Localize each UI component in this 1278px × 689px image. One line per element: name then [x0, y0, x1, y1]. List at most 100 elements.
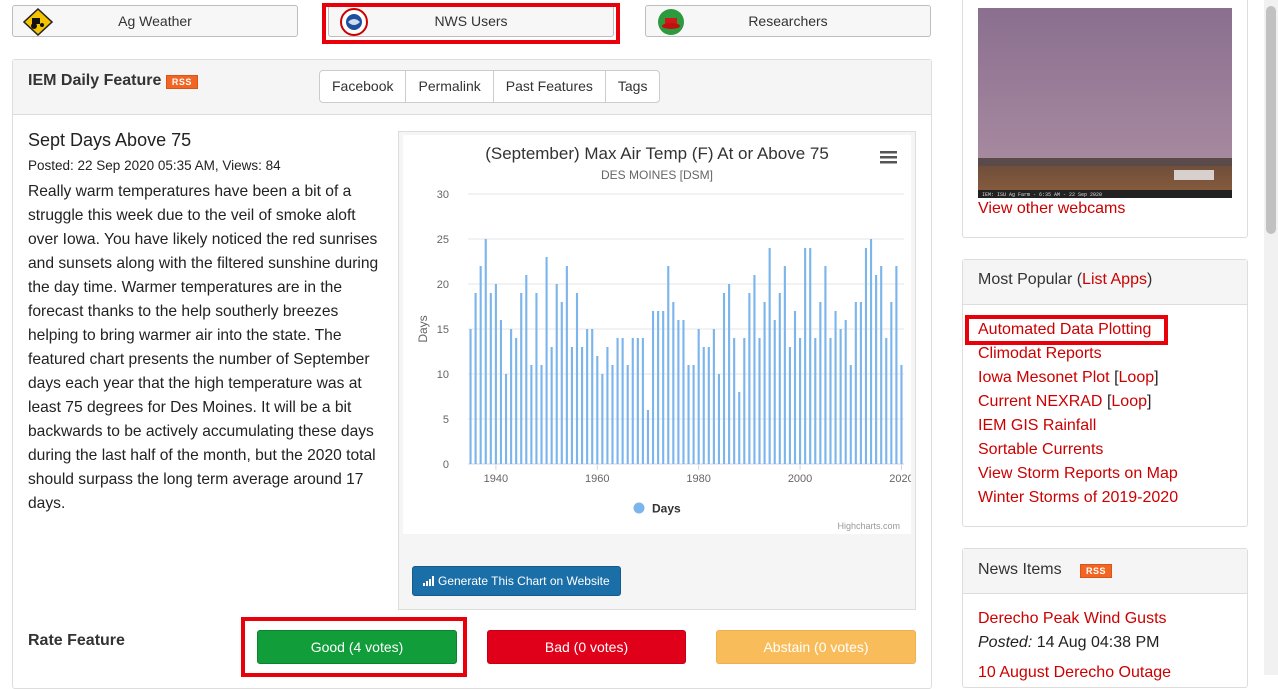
chart-bar[interactable]	[499, 320, 503, 464]
chart-bar[interactable]	[692, 365, 695, 464]
chart-bar[interactable]	[606, 347, 609, 464]
chart-bar[interactable]	[657, 311, 660, 464]
chart-bar[interactable]	[667, 266, 670, 464]
chart-bar[interactable]	[575, 293, 579, 464]
chart-bar[interactable]	[560, 302, 563, 464]
chart-bar[interactable]	[646, 410, 650, 464]
tags-button[interactable]: Tags	[604, 70, 661, 103]
chart-bar[interactable]	[520, 293, 523, 464]
chart-bar[interactable]	[611, 365, 614, 464]
chart-bar[interactable]	[540, 365, 543, 464]
chart-bar[interactable]	[753, 275, 756, 464]
chart-bar[interactable]	[814, 338, 817, 464]
chart-bar[interactable]	[783, 266, 786, 464]
bad-vote-button[interactable]: Bad (0 votes)	[487, 630, 686, 664]
chart-bar[interactable]	[768, 248, 771, 464]
iowa-mesonet-plot-link[interactable]: Iowa Mesonet Plot	[978, 369, 1110, 386]
chart-bar[interactable]	[748, 293, 751, 464]
chart-bar[interactable]	[717, 374, 721, 464]
chart-bar[interactable]	[849, 365, 852, 464]
chart-bar[interactable]	[778, 293, 781, 464]
chart-bar[interactable]	[672, 302, 675, 464]
chart-bar[interactable]	[565, 266, 568, 464]
chart-bar[interactable]	[712, 329, 715, 464]
facebook-button[interactable]: Facebook	[319, 70, 407, 103]
news-item-derecho-outage[interactable]: 10 August Derecho Outage	[978, 664, 1171, 682]
chart-bar[interactable]	[733, 338, 736, 464]
chart-bar[interactable]	[844, 320, 847, 464]
chart-bar[interactable]	[535, 293, 538, 464]
popular-item-sortable-currents[interactable]: Sortable Currents	[978, 438, 1178, 462]
chart-bar[interactable]	[707, 347, 710, 464]
list-apps-link[interactable]: List Apps	[1082, 271, 1147, 288]
chart-menu-icon[interactable]	[880, 151, 897, 164]
current-nexrad-loop-link[interactable]: Loop	[1111, 393, 1147, 410]
chart-bar[interactable]	[489, 293, 492, 464]
chart-bar[interactable]	[864, 248, 868, 464]
popular-item-winter-storms[interactable]: Winter Storms of 2019-2020	[978, 486, 1178, 510]
chart-bar[interactable]	[895, 266, 898, 464]
chart-bar[interactable]	[885, 338, 888, 464]
ag-weather-button[interactable]: Ag Weather	[12, 5, 298, 37]
chart-bar[interactable]	[839, 329, 842, 464]
feature-rss-badge[interactable]: RSS	[165, 75, 198, 89]
chart-bar[interactable]	[550, 347, 553, 464]
chart-bar[interactable]	[829, 338, 832, 464]
chart-bar[interactable]	[616, 338, 619, 464]
chart-bar[interactable]	[722, 293, 726, 464]
researchers-button[interactable]: Researchers	[645, 5, 931, 37]
chart-credits[interactable]: Highcharts.com	[837, 521, 900, 531]
chart-bar[interactable]	[581, 347, 584, 464]
chart-bar[interactable]	[525, 275, 528, 464]
page-scrollbar-thumb[interactable]	[1266, 6, 1276, 234]
chart-bar[interactable]	[626, 365, 629, 464]
chart-bar[interactable]	[662, 311, 665, 464]
chart-bar[interactable]	[743, 338, 746, 464]
chart-bar[interactable]	[854, 302, 857, 464]
chart-bar[interactable]	[555, 284, 558, 464]
chart-bar[interactable]	[479, 266, 482, 464]
chart-bar[interactable]	[682, 320, 685, 464]
chart-bar[interactable]	[738, 392, 741, 464]
chart-bar[interactable]	[773, 320, 776, 464]
chart-bar[interactable]	[545, 257, 548, 464]
chart-bar[interactable]	[631, 338, 634, 464]
webcam-image[interactable]: IEM: ISU Ag Farm - 6:35 AM - 22 Sep 2020	[978, 8, 1232, 198]
permalink-button[interactable]: Permalink	[405, 70, 494, 103]
chart-bar[interactable]	[641, 338, 644, 464]
chart-bar[interactable]	[824, 266, 827, 464]
iowa-mesonet-loop-link[interactable]: Loop	[1119, 369, 1155, 386]
chart-bar[interactable]	[504, 374, 508, 464]
chart-bar[interactable]	[596, 356, 599, 464]
past-features-button[interactable]: Past Features	[492, 70, 606, 103]
news-item-derecho-gusts[interactable]: Derecho Peak Wind Gusts	[978, 610, 1167, 628]
chart-bar[interactable]	[890, 302, 893, 464]
chart-bar[interactable]	[763, 302, 766, 464]
popular-item-storm-reports[interactable]: View Storm Reports on Map	[978, 462, 1178, 486]
chart-bar[interactable]	[875, 275, 878, 464]
chart-bar[interactable]	[484, 239, 487, 464]
popular-item-iem-gis-rainfall[interactable]: IEM GIS Rainfall	[978, 414, 1178, 438]
chart-bar[interactable]	[515, 338, 518, 464]
chart-bar[interactable]	[687, 365, 690, 464]
news-rss-badge[interactable]: RSS	[1080, 564, 1113, 578]
chart-bar[interactable]	[758, 338, 761, 464]
chart-bar[interactable]	[799, 338, 802, 464]
chart-bar[interactable]	[809, 248, 812, 464]
chart-bar[interactable]	[819, 302, 822, 464]
chart-bar[interactable]	[728, 284, 731, 464]
chart-bar[interactable]	[586, 329, 589, 464]
chart-bar[interactable]	[601, 374, 604, 464]
chart-bar[interactable]	[636, 338, 639, 464]
chart-bar[interactable]	[474, 293, 477, 464]
chart-bar[interactable]	[677, 320, 680, 464]
chart-bar[interactable]	[834, 311, 837, 464]
chart-bar[interactable]	[859, 302, 862, 464]
chart-bar[interactable]	[793, 311, 797, 464]
chart-bar[interactable]	[510, 329, 513, 464]
chart-bar[interactable]	[702, 347, 705, 464]
chart-bar[interactable]	[570, 347, 573, 464]
chart-bar[interactable]	[869, 239, 873, 464]
chart-bar[interactable]	[788, 347, 791, 464]
current-nexrad-link[interactable]: Current NEXRAD	[978, 393, 1102, 410]
